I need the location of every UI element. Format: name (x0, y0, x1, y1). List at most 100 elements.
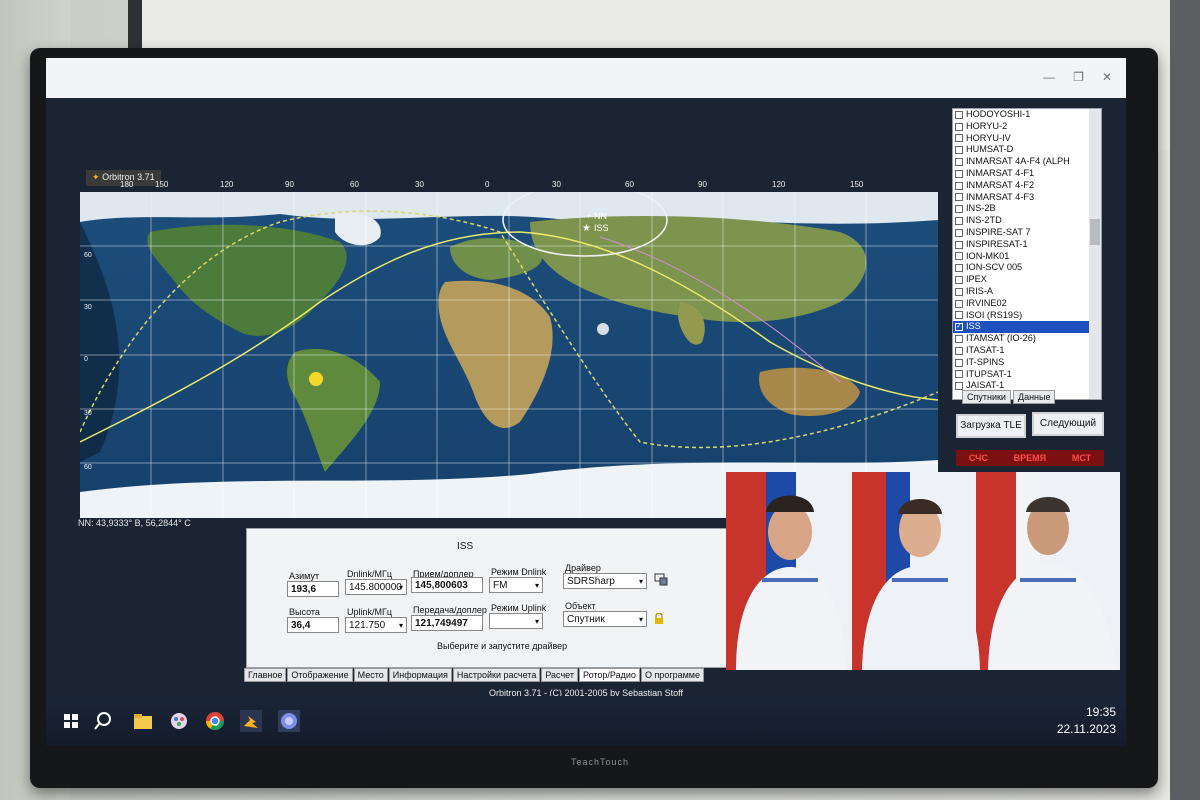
status-bar: СЧС ВРЕМЯ МСТ (956, 450, 1104, 466)
tab-display[interactable]: Отображение (287, 668, 353, 682)
tab-about[interactable]: О программе (640, 668, 704, 682)
satellite-list-item[interactable]: ITUPSAT-1 (953, 369, 1101, 381)
satellite-list-item[interactable]: IT-SPINS (953, 357, 1101, 369)
satellite-list[interactable]: HODOYOSHI-1 HORYU-2 HORYU-IV HUMSAT-D INMARS… (952, 108, 1102, 400)
satellite-name: INSPIRE-SAT 7 (966, 226, 1031, 237)
maximize-icon[interactable]: ❐ (1073, 70, 1084, 84)
satellite-checkbox[interactable]: ✓ (955, 323, 963, 332)
satellite-list-item[interactable]: ITASAT-1 (953, 345, 1101, 357)
tab-main[interactable]: Главное (244, 668, 287, 682)
tab-calc[interactable]: Расчет (541, 668, 578, 682)
uplink-select[interactable]: 121.750 (345, 617, 407, 633)
satellite-checkbox[interactable] (955, 299, 963, 308)
driver-settings-icon[interactable] (654, 572, 668, 586)
tab-rotor-radio[interactable]: Ротор/Радио (578, 668, 640, 682)
mode-up-select[interactable] (489, 613, 543, 629)
clock-time: 19:35 (1085, 705, 1116, 719)
scrollbar-thumb[interactable] (1090, 219, 1100, 245)
satellite-checkbox[interactable] (955, 158, 963, 167)
satellite-list-item[interactable]: HORYU-2 (953, 121, 1101, 133)
height-field[interactable]: 36,4 (287, 617, 339, 633)
satellite-list-item[interactable]: ION-MK01 (953, 251, 1101, 263)
satellite-list-item[interactable]: INMARSAT 4-F1 (953, 168, 1101, 180)
satellite-checkbox[interactable] (955, 217, 963, 226)
satellite-list-item[interactable]: INMARSAT 4A-F4 (ALPH (953, 156, 1101, 168)
satellite-checkbox[interactable] (955, 287, 963, 296)
satellite-checkbox[interactable] (955, 122, 963, 131)
satellite-checkbox[interactable] (955, 169, 963, 178)
orbitron-title-icon: ✦ (92, 172, 100, 182)
satellite-checkbox[interactable] (955, 240, 963, 249)
satellite-name: HODOYOSHI-1 (966, 109, 1031, 119)
tx-field[interactable]: 121,749497 (411, 615, 483, 631)
chrome-icon[interactable] (204, 710, 226, 732)
system-clock[interactable]: 19:35 22.11.2023 (1057, 704, 1116, 738)
satellite-checkbox[interactable] (955, 205, 963, 214)
satellite-list-item[interactable]: HUMSAT-D (953, 144, 1101, 156)
object-select[interactable]: Спутник (563, 611, 647, 627)
close-icon[interactable]: ✕ (1102, 70, 1112, 84)
tab-satellites[interactable]: Спутники (962, 390, 1011, 404)
mode-dn-select[interactable]: FM (489, 577, 543, 593)
satellite-list-item[interactable]: IRIS-A (953, 286, 1101, 298)
rx-field[interactable]: 145,800603 (411, 577, 483, 593)
satellite-checkbox[interactable] (955, 146, 963, 155)
satellite-name: HUMSAT-D (966, 144, 1014, 155)
satellite-name: INMARSAT 4-F3 (966, 191, 1035, 202)
next-button[interactable]: Следующий (1032, 412, 1104, 436)
satellite-list-item[interactable]: IPEX (953, 274, 1101, 286)
satellite-list-item[interactable]: ISOI (RS19S) (953, 310, 1101, 322)
satellite-checkbox[interactable] (955, 228, 963, 237)
satellite-checkbox[interactable] (955, 193, 963, 202)
satellite-checkbox[interactable] (955, 134, 963, 143)
driver-select[interactable]: SDRSharp (563, 573, 647, 589)
search-icon[interactable] (94, 710, 116, 732)
coord-top-2: 120 (220, 180, 234, 189)
satellite-list-scrollbar[interactable] (1089, 109, 1101, 399)
satellite-checkbox[interactable] (955, 252, 963, 261)
load-tle-button[interactable]: Загрузка TLE (956, 414, 1026, 438)
satellite-checkbox[interactable] (955, 311, 963, 320)
satellite-checkbox[interactable] (955, 276, 963, 285)
satellite-list-item[interactable]: INS-2B (953, 203, 1101, 215)
paint-icon[interactable] (168, 710, 190, 732)
coord-left-4: 60 (84, 464, 92, 471)
satellite-list-item[interactable]: ITAMSAT (IO-26) (953, 333, 1101, 345)
status-label-msk: МСТ (1071, 453, 1092, 463)
satellite-list-item[interactable]: HORYU-IV (953, 133, 1101, 145)
window-title-strip: — ❐ ✕ (46, 58, 1126, 98)
dnlink-select[interactable]: 145.800000 (345, 579, 407, 595)
tab-location[interactable]: Место (353, 668, 388, 682)
orbitron-icon[interactable] (240, 710, 262, 732)
satellite-checkbox[interactable] (955, 181, 963, 190)
file-explorer-icon[interactable] (132, 710, 154, 732)
satellite-checkbox[interactable] (955, 264, 963, 273)
satellite-checkbox[interactable] (955, 110, 963, 119)
satellite-list-item[interactable]: ION-SCV 005 (953, 262, 1101, 274)
tab-calc-settings[interactable]: Настройки расчета (452, 668, 541, 682)
lock-icon[interactable] (654, 612, 664, 624)
azimuth-field[interactable]: 193,6 (287, 581, 339, 597)
tab-data[interactable]: Данные (1012, 390, 1056, 404)
satellite-checkbox[interactable] (955, 370, 963, 379)
satellite-name: HORYU-IV (966, 132, 1011, 143)
satellite-list-item[interactable]: INSPIRESAT-1 (953, 239, 1101, 251)
windows-icon[interactable] (60, 710, 82, 732)
satellite-list-item[interactable]: INS-2TD (953, 215, 1101, 227)
satellite-list-item[interactable]: INSPIRE-SAT 7 (953, 227, 1101, 239)
app-icon[interactable] (278, 710, 300, 732)
satellite-name: INMARSAT 4-F2 (966, 179, 1035, 190)
minimize-icon[interactable]: — (1043, 70, 1055, 84)
satellite-checkbox[interactable] (955, 335, 963, 344)
satellite-checkbox[interactable] (955, 358, 963, 367)
satellite-list-item[interactable]: IRVINE02 (953, 298, 1101, 310)
satellite-list-item[interactable]: INMARSAT 4-F2 (953, 180, 1101, 192)
tab-info[interactable]: Информация (388, 668, 452, 682)
satellite-checkbox[interactable] (955, 346, 963, 355)
observer-label: NN (594, 211, 607, 221)
satellite-list-item[interactable]: ✓ ISS (953, 321, 1101, 334)
satellite-list-item[interactable]: HODOYOSHI-1 (953, 109, 1101, 121)
world-map[interactable]: + NN ★ ISS (80, 192, 938, 518)
coord-top-8: 60 (625, 180, 634, 189)
satellite-list-item[interactable]: INMARSAT 4-F3 (953, 192, 1101, 204)
